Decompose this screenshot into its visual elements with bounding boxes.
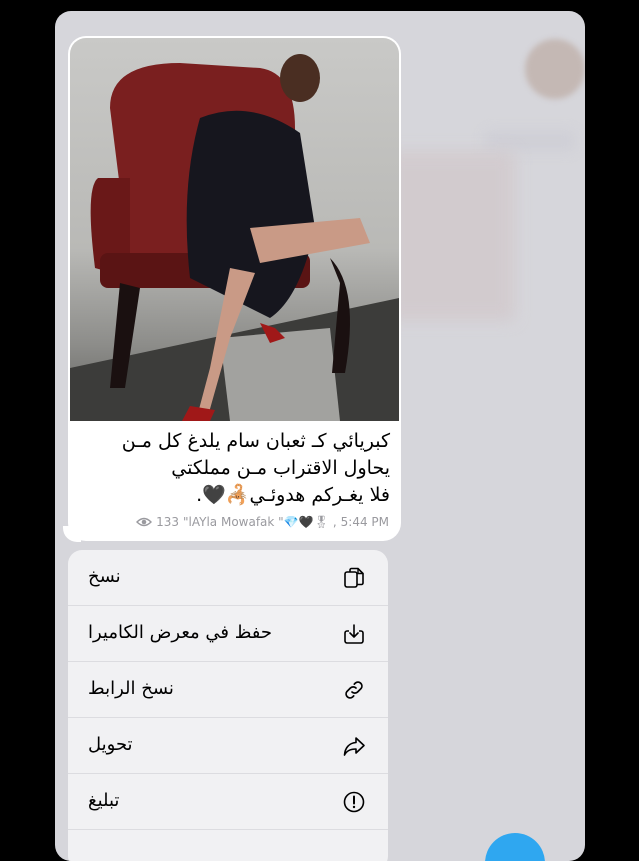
menu-item-label: نسخ [88,566,121,587]
caption-line: كبريائي كـ ثعبان سام يلدغ كل مـن [121,430,390,452]
blurred-chat-screen: كبريائي كـ ثعبان سام يلدغ كل مـن يحاول ا… [55,11,585,861]
menu-item-forward[interactable]: تحويل [68,718,388,774]
blurred-background-content [385,151,515,321]
report-icon [343,791,365,813]
photo-illustration [70,54,399,421]
link-icon [345,681,363,699]
message-time: 5:44 PM [340,515,389,529]
blurred-background-text [485,131,575,151]
menu-item-copy-link[interactable]: نسخ الرابط [68,662,388,718]
meta-separator: , [332,515,337,529]
blurred-avatar [525,39,585,99]
copy-icon [344,567,364,588]
context-menu: نسخ حفظ في معرض الكاميرا نسخ الرابط تحوي… [68,550,388,861]
message-photo[interactable] [70,38,399,421]
caption-line: فلا يغـركم هدوئـي🦂🖤. [196,484,390,506]
message-author: "lAYla Mowafak "💎🖤🎖 [183,515,329,529]
forward-icon [343,737,365,756]
menu-item-label: تحويل [88,734,133,755]
menu-item-save-to-camera-roll[interactable]: حفظ في معرض الكاميرا [68,606,388,662]
message-bubble[interactable]: كبريائي كـ ثعبان سام يلدغ كل مـن يحاول ا… [68,36,401,541]
menu-item-label: حفظ في معرض الكاميرا [88,622,273,643]
menu-item-copy[interactable]: نسخ [68,550,388,606]
message-caption: كبريائي كـ ثعبان سام يلدغ كل مـن يحاول ا… [82,428,390,509]
views-eye-icon [136,517,153,527]
message-meta: 133 "lAYla Mowafak "💎🖤🎖 , 5:44 PM [136,515,389,529]
menu-item-label: تبليغ [88,790,120,811]
views-count: 133 [156,515,179,529]
menu-item-report[interactable]: تبليغ [68,774,388,830]
save-download-icon [344,624,364,644]
menu-item-label: نسخ الرابط [88,678,174,699]
caption-line: يحاول الاقتراب مـن مملكتي [171,457,390,479]
floating-action-button[interactable] [485,833,545,861]
